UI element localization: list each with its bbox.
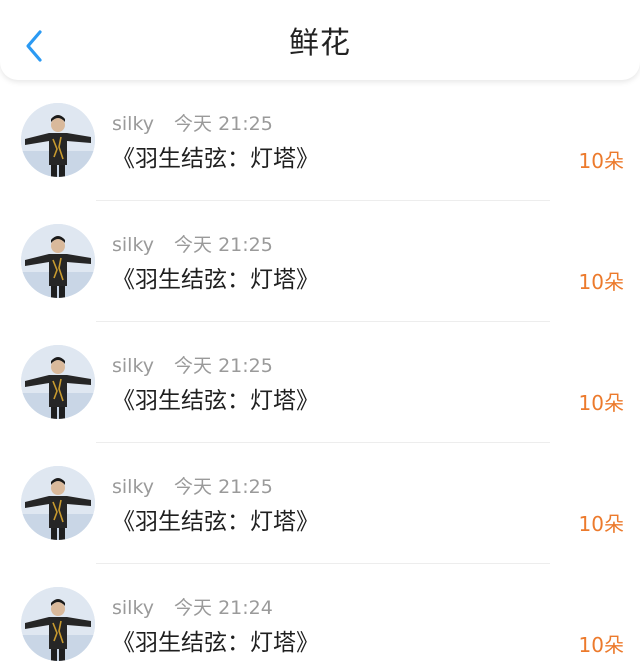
list-item[interactable]: silky 今天 21:25 《羽生结弦：灯塔》 10朵 <box>0 322 640 443</box>
avatar[interactable] <box>21 224 95 298</box>
timestamp: 今天 21:25 <box>174 355 273 377</box>
flowers-page: 鲜花 silky 今天 21:25 《羽生结弦：灯塔》 10朵 silky 今天… <box>0 0 640 672</box>
timestamp: 今天 21:25 <box>174 476 273 498</box>
flower-count: 10朵 <box>578 149 624 173</box>
gift-title: 《羽生结弦：灯塔》 <box>112 146 319 172</box>
list-item[interactable]: silky 今天 21:24 《羽生结弦：灯塔》 10朵 <box>0 564 640 672</box>
username: silky <box>112 355 155 377</box>
gift-title: 《羽生结弦：灯塔》 <box>112 267 319 293</box>
app-header: 鲜花 <box>0 0 640 80</box>
timestamp: 今天 21:25 <box>174 113 273 135</box>
list-item[interactable]: silky 今天 21:25 《羽生结弦：灯塔》 10朵 <box>0 80 640 201</box>
avatar[interactable] <box>21 103 95 177</box>
record-meta: silky 今天 21:24 <box>112 596 273 620</box>
flower-count: 10朵 <box>578 512 624 536</box>
flower-count: 10朵 <box>578 391 624 415</box>
username: silky <box>112 113 155 135</box>
flower-record-list: silky 今天 21:25 《羽生结弦：灯塔》 10朵 silky 今天 21… <box>0 80 640 672</box>
list-item[interactable]: silky 今天 21:25 《羽生结弦：灯塔》 10朵 <box>0 443 640 564</box>
avatar[interactable] <box>21 466 95 540</box>
gift-title: 《羽生结弦：灯塔》 <box>112 388 319 414</box>
gift-title: 《羽生结弦：灯塔》 <box>112 509 319 535</box>
gift-title: 《羽生结弦：灯塔》 <box>112 630 319 656</box>
flower-count: 10朵 <box>578 270 624 294</box>
record-meta: silky 今天 21:25 <box>112 354 273 378</box>
username: silky <box>112 476 155 498</box>
flower-count: 10朵 <box>578 633 624 657</box>
username: silky <box>112 234 155 256</box>
avatar[interactable] <box>21 345 95 419</box>
record-meta: silky 今天 21:25 <box>112 233 273 257</box>
record-meta: silky 今天 21:25 <box>112 112 273 136</box>
page-title: 鲜花 <box>289 26 351 61</box>
record-meta: silky 今天 21:25 <box>112 475 273 499</box>
username: silky <box>112 597 155 619</box>
timestamp: 今天 21:25 <box>174 234 273 256</box>
avatar[interactable] <box>21 587 95 661</box>
list-item[interactable]: silky 今天 21:25 《羽生结弦：灯塔》 10朵 <box>0 201 640 322</box>
timestamp: 今天 21:24 <box>174 597 273 619</box>
